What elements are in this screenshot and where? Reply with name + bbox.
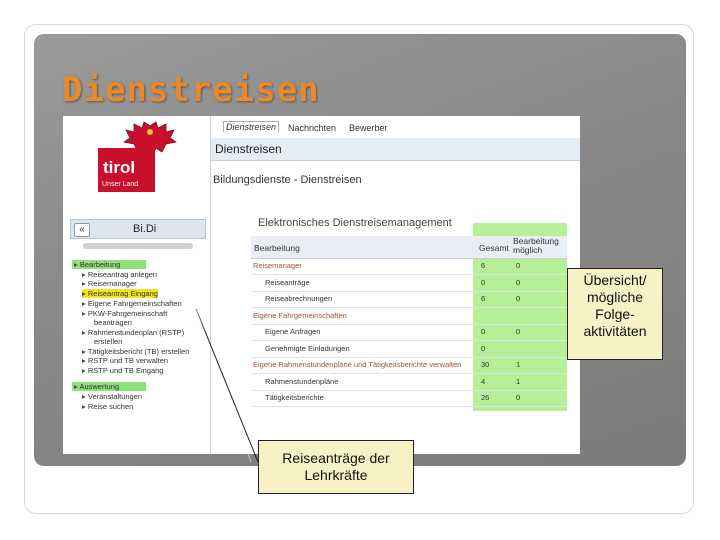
callout-overview-line-4: aktivitäten xyxy=(583,323,647,339)
callout-overview-line-2: mögliche xyxy=(586,289,644,305)
callout-bottom-line-1: Reiseanträge der xyxy=(282,450,390,466)
callout-overview-line-3: Folge- xyxy=(595,306,635,322)
callout-bottom-line-2: Lehrkräfte xyxy=(304,467,368,483)
connector-line-bottom xyxy=(195,308,259,463)
callout-reiseantraege: Reiseanträge der Lehrkräfte xyxy=(258,440,414,494)
callout-overview-line-1: Übersicht/ xyxy=(583,272,647,288)
callout-overview: Übersicht/ mögliche Folge- aktivitäten xyxy=(567,268,663,360)
connector-line-shadow xyxy=(195,308,252,463)
